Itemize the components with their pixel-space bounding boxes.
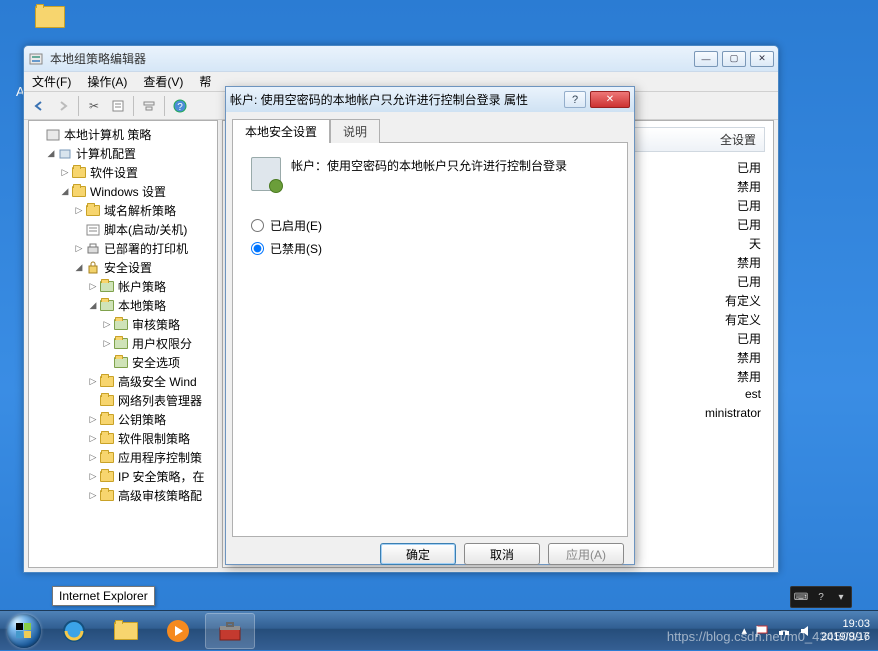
expand-icon[interactable]: ◢: [87, 300, 99, 311]
taskbar: ▴ 19:03 2019/9/16: [0, 610, 878, 650]
tree-pane[interactable]: 本地计算机 策略 ◢ 计算机配置 ▷ 软件设置 ◢ Windows 设置 ▷ 域名解析策…: [28, 120, 218, 568]
tree-audit[interactable]: 审核策略: [132, 316, 180, 333]
desktop-folder-icon[interactable]: [35, 6, 69, 34]
keyboard-icon[interactable]: ⌨: [794, 590, 808, 604]
expand-icon[interactable]: ▷: [101, 338, 113, 349]
expand-icon[interactable]: ▷: [59, 167, 71, 178]
dialog-close-button[interactable]: ✕: [590, 91, 630, 108]
expand-icon[interactable]: ▷: [87, 433, 99, 444]
tab-local-security[interactable]: 本地安全设置: [232, 119, 330, 143]
expand-icon[interactable]: ◢: [59, 186, 71, 197]
expand-icon[interactable]: ▷: [87, 376, 99, 387]
tree-local-policy[interactable]: 本地策略: [118, 297, 166, 314]
policy-icon: [251, 157, 281, 191]
tray-chevron-icon[interactable]: ▴: [742, 624, 748, 637]
taskbar-ie[interactable]: [49, 613, 99, 649]
security-icon: [85, 261, 101, 275]
tree-root[interactable]: 本地计算机 策略: [64, 126, 151, 143]
tab-explain[interactable]: 说明: [330, 119, 380, 143]
tree-windows-settings[interactable]: Windows 设置: [90, 183, 166, 200]
tree-user-rights[interactable]: 用户权限分: [132, 335, 192, 352]
radio-enabled-input[interactable]: [251, 219, 264, 232]
properties-dialog: 帐户: 使用空密码的本地帐户只允许进行控制台登录 属性 ? ✕ 本地安全设置 说…: [225, 86, 635, 565]
tree-adv-security[interactable]: 高级安全 Wind: [118, 373, 197, 390]
minimize-button[interactable]: —: [694, 51, 718, 67]
tree-appctrl[interactable]: 应用程序控制策: [118, 449, 202, 466]
gpedit-app-icon: [28, 51, 44, 67]
taskbar-toolbox[interactable]: [205, 613, 255, 649]
tree-adv-audit[interactable]: 高级审核策略配: [118, 487, 202, 504]
radio-enabled[interactable]: 已启用(E): [251, 217, 609, 234]
radio-disabled-input[interactable]: [251, 242, 264, 255]
tray-clock[interactable]: 19:03 2019/9/16: [821, 618, 870, 644]
forward-button[interactable]: [52, 95, 74, 117]
toolbar-filter-icon[interactable]: [138, 95, 160, 117]
tray-date: 2019/9/16: [821, 631, 870, 644]
tree-pubkey[interactable]: 公钥策略: [118, 411, 166, 428]
toolbar-cut-icon[interactable]: ✂: [83, 95, 105, 117]
expand-icon[interactable]: ▷: [73, 243, 85, 254]
expand-icon[interactable]: ◢: [45, 148, 57, 159]
tray-time: 19:03: [821, 618, 870, 631]
taskbar-mediaplayer[interactable]: [153, 613, 203, 649]
taskbar-explorer[interactable]: [101, 613, 151, 649]
tray-flag-icon[interactable]: [755, 624, 769, 638]
tree-software[interactable]: 软件设置: [90, 164, 138, 181]
tree-computer-cfg[interactable]: 计算机配置: [76, 145, 136, 162]
tree-security-options[interactable]: 安全选项: [132, 354, 180, 371]
tree-srp[interactable]: 软件限制策略: [118, 430, 190, 447]
back-button[interactable]: [28, 95, 50, 117]
dialog-title: 帐户: 使用空密码的本地帐户只允许进行控制台登录 属性: [230, 91, 528, 108]
dialog-help-button[interactable]: ?: [564, 91, 586, 108]
script-icon: [85, 223, 101, 237]
expand-icon[interactable]: ▷: [87, 452, 99, 463]
dialog-panel: 帐户：使用空密码的本地帐户只允许进行控制台登录 已启用(E) 已禁用(S): [232, 142, 628, 537]
dialog-titlebar[interactable]: 帐户: 使用空密码的本地帐户只允许进行控制台登录 属性 ? ✕: [226, 87, 634, 112]
tree-printers[interactable]: 已部署的打印机: [104, 240, 188, 257]
expand-icon[interactable]: ▷: [87, 471, 99, 482]
expand-icon[interactable]: ▷: [73, 205, 85, 216]
expand-icon[interactable]: ▷: [87, 414, 99, 425]
system-tray[interactable]: ▴ 19:03 2019/9/16: [742, 618, 878, 644]
apply-button[interactable]: 应用(A): [548, 543, 624, 565]
language-bar[interactable]: ⌨ ? ▾: [790, 586, 852, 608]
cancel-button[interactable]: 取消: [464, 543, 540, 565]
tree-security[interactable]: 安全设置: [104, 259, 152, 276]
windows-orb-icon: [7, 614, 41, 648]
policy-text: 帐户：使用空密码的本地帐户只允许进行控制台登录: [291, 157, 567, 174]
tree-ipsec[interactable]: IP 安全策略，在: [118, 468, 204, 485]
close-button[interactable]: ✕: [750, 51, 774, 67]
radio-disabled[interactable]: 已禁用(S): [251, 240, 609, 257]
gpedit-titlebar[interactable]: 本地组策略编辑器 — ▢ ✕: [24, 46, 778, 72]
tree-scripts[interactable]: 脚本(启动/关机): [104, 221, 187, 238]
expand-icon[interactable]: ▷: [87, 490, 99, 501]
expand-icon[interactable]: ▷: [87, 281, 99, 292]
toolbar-properties-icon[interactable]: [107, 95, 129, 117]
expand-icon[interactable]: ◢: [73, 262, 85, 273]
tree-account-policy[interactable]: 帐户策略: [118, 278, 166, 295]
maximize-button[interactable]: ▢: [722, 51, 746, 67]
tree-nlm[interactable]: 网络列表管理器: [118, 392, 202, 409]
menu-view[interactable]: 查看(V): [143, 73, 183, 90]
svg-text:?: ?: [177, 102, 183, 113]
taskbar-tooltip: Internet Explorer: [52, 586, 155, 606]
menu-action[interactable]: 操作(A): [87, 73, 127, 90]
gpedit-title: 本地组策略编辑器: [50, 50, 146, 67]
printer-icon: [85, 242, 101, 256]
ok-button[interactable]: 确定: [380, 543, 456, 565]
help-icon[interactable]: ?: [814, 590, 828, 604]
radio-disabled-label: 已禁用(S): [270, 240, 322, 257]
expand-icon[interactable]: ▷: [101, 319, 113, 330]
start-button[interactable]: [0, 611, 48, 651]
menu-file[interactable]: 文件(F): [32, 73, 71, 90]
chevron-down-icon[interactable]: ▾: [834, 590, 848, 604]
tray-network-icon[interactable]: [777, 624, 791, 638]
toolbar-help-icon[interactable]: ?: [169, 95, 191, 117]
radio-enabled-label: 已启用(E): [270, 217, 322, 234]
policy-root-icon: [45, 128, 61, 142]
menu-help[interactable]: 帮: [199, 73, 211, 90]
tray-volume-icon[interactable]: [799, 624, 813, 638]
tree-dns[interactable]: 域名解析策略: [104, 202, 176, 219]
